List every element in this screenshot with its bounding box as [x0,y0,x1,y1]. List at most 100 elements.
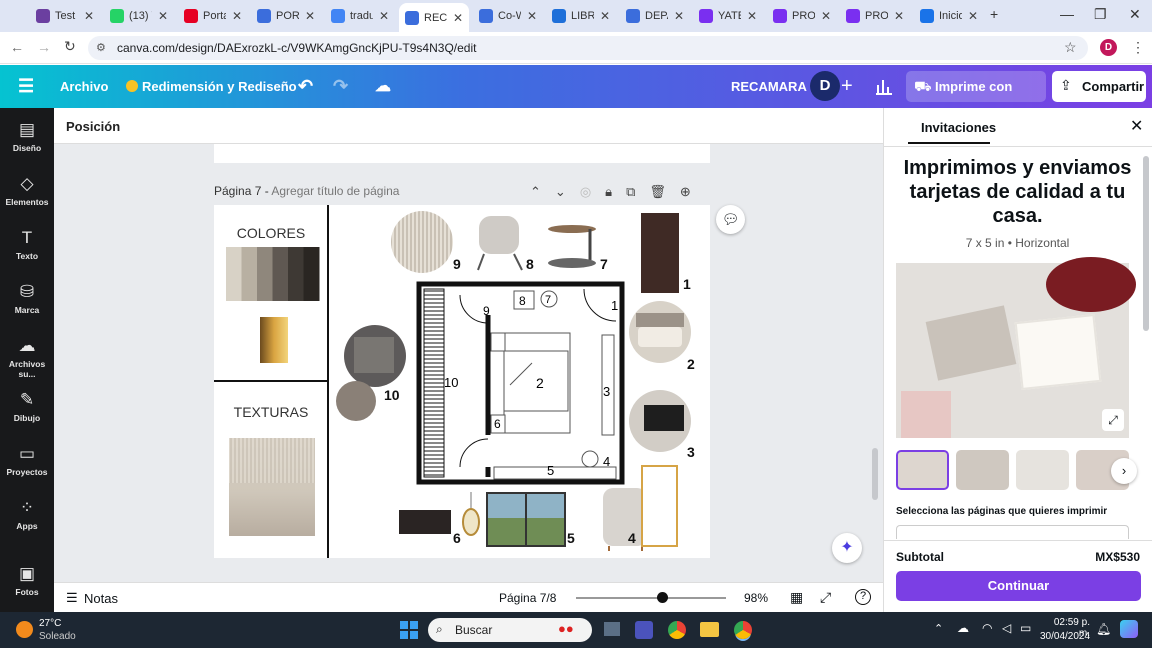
user-avatar[interactable]: D [810,71,840,101]
move-down-icon[interactable]: ⌄ [555,184,580,199]
browser-tab[interactable]: PRO ✕ [767,4,837,28]
help-icon[interactable]: ? [855,589,871,605]
tab-close-icon[interactable]: ✕ [747,9,757,23]
rail-item-3[interactable]: T Texto [0,228,54,261]
browser-tab[interactable]: Test c ✕ [30,4,100,28]
browser-tab[interactable]: PORT ✕ [251,4,321,28]
redo-icon[interactable]: ↷ [333,65,348,108]
continue-button[interactable]: Continuar [896,571,1141,601]
tab-close-icon[interactable]: ✕ [158,9,168,23]
close-panel-icon[interactable]: ✕ [1130,116,1143,136]
rail-item-6[interactable]: ✎ Dibujo [0,390,54,423]
task-view-icon[interactable] [604,622,620,636]
undo-icon[interactable]: ↶ [298,65,313,108]
taskbar-search[interactable]: ⌕ Buscar ●● [428,618,592,642]
rail-item-7[interactable]: ▭ Proyectos [0,444,54,477]
next-thumbnails-icon[interactable]: › [1111,458,1137,484]
tab-close-icon[interactable]: ✕ [968,9,978,23]
delete-icon[interactable]: 🗑︎ [649,184,680,199]
browser-tab[interactable]: RECA ✕ [399,3,469,32]
file-menu[interactable]: Archivo [60,65,108,108]
close-window-button[interactable]: ✕ [1129,6,1141,23]
zoom-level[interactable]: 98% [744,591,768,605]
tab-close-icon[interactable]: ✕ [232,9,242,23]
volume-icon[interactable]: ◁ [1002,621,1011,635]
minimize-button[interactable]: — [1060,6,1074,22]
expand-icon[interactable]: ⤢ [1102,409,1124,431]
rail-item-1[interactable]: ▤ Diseño [0,120,54,153]
notes-button[interactable]: Notas [84,591,118,606]
tab-close-icon[interactable]: ✕ [821,9,831,23]
notifications-icon[interactable]: 🔔︎ [1096,622,1111,636]
new-tab-button[interactable]: + [990,6,998,22]
duplicate-icon[interactable]: ⧉ [626,184,649,199]
add-comment-icon[interactable]: 💬︎ [716,205,745,234]
thumbnail-3[interactable] [1016,450,1069,490]
browser-tab[interactable]: (13) V ✕ [104,4,174,28]
print-with-canva-button[interactable]: ⛟ Imprime con Canva [906,71,1046,125]
browser-tab[interactable]: YATE ✕ [693,4,763,28]
thumbnail-2[interactable] [956,450,1009,490]
reload-icon[interactable]: ↻ [64,38,76,55]
tab-close-icon[interactable]: ✕ [305,9,315,23]
hide-icon[interactable]: ◎ [580,184,605,199]
panel-scrollbar[interactable] [1143,156,1149,331]
weather-temp[interactable]: 27°C [39,618,61,629]
tray-chevron-icon[interactable]: ⌃ [934,622,943,635]
tab-close-icon[interactable]: ✕ [894,9,904,23]
forward-icon[interactable]: → [37,39,51,55]
notes-icon[interactable]: ☰ [66,590,78,606]
analytics-icon[interactable] [876,77,892,95]
rail-item-5[interactable]: ☁ Archivos su... [0,336,54,379]
panel-tab-invitations[interactable]: Invitaciones [921,120,996,135]
design-page[interactable]: COLORES TEXTURAS 9 8 7 1 2 10 3 6 5 4 1 … [214,205,710,558]
zoom-slider-thumb[interactable] [657,592,668,603]
add-collaborator-icon[interactable]: + [841,65,853,108]
address-bar[interactable]: canva.com/design/DAExrozkL-c/V9WKAmgGncK… [88,36,1088,60]
fullscreen-icon[interactable]: ⤢ [820,589,831,606]
resize-button[interactable]: Redimensión y Rediseño [142,65,297,108]
rail-item-8[interactable]: ⁘ Apps [0,498,54,531]
tab-close-icon[interactable]: ✕ [84,9,94,23]
file-explorer-icon[interactable] [700,622,719,637]
add-page-icon[interactable]: ⊕ [680,184,705,199]
teams-icon[interactable] [635,621,653,639]
rail-item-4[interactable]: ⛁ Marca [0,282,54,315]
site-info-icon[interactable]: ⚙ [96,41,106,54]
share-button[interactable]: ⇪ Compartir [1052,71,1146,102]
page-selector[interactable] [896,525,1129,539]
hamburger-menu-icon[interactable]: ☰ [18,65,34,108]
profile-avatar[interactable]: D [1100,39,1117,56]
grid-view-icon[interactable]: ▦ [790,589,803,606]
tab-close-icon[interactable]: ✕ [527,9,537,23]
tab-close-icon[interactable]: ✕ [379,9,389,23]
rail-item-9[interactable]: ▣ Fotos [0,564,54,597]
position-button[interactable]: Posición [66,119,120,134]
cloud-saved-icon[interactable]: ☁ [375,65,391,108]
tab-close-icon[interactable]: ✕ [453,11,463,25]
page-indicator[interactable]: Página 7/8 [499,591,556,605]
browser-tab[interactable]: Porta ✕ [178,4,248,28]
browser-tab[interactable]: LIBRI ✕ [546,4,616,28]
clock-date[interactable]: 30/04/2024 [1040,631,1090,642]
move-up-icon[interactable]: ⌃ [530,184,555,199]
page-title-input[interactable]: Agregar título de página [271,184,399,198]
workspace-scrollbar[interactable] [872,448,878,500]
browser-tab[interactable]: PRO ✕ [840,4,910,28]
magic-assistant-icon[interactable]: ✦ [832,533,862,563]
windows-start-icon[interactable] [400,621,418,639]
battery-icon[interactable]: ▭ [1020,621,1031,635]
card-preview-image[interactable]: ⤢ [896,257,1136,438]
chrome-active-icon[interactable] [734,621,752,639]
weather-status[interactable]: Soleado [39,631,76,642]
tab-close-icon[interactable]: ✕ [674,9,684,23]
browser-tab[interactable]: tradu ✕ [325,4,395,28]
thumbnail-1[interactable] [896,450,949,490]
maximize-button[interactable]: ❐ [1094,6,1107,23]
design-title[interactable]: RECAMARA [731,65,807,108]
zoom-slider[interactable] [576,597,726,599]
browser-tab[interactable]: DEPA ✕ [620,4,690,28]
copilot-icon[interactable] [1120,620,1138,638]
lock-icon[interactable]: 🔒︎ [605,184,626,199]
bookmark-star-icon[interactable]: ☆ [1064,39,1077,56]
